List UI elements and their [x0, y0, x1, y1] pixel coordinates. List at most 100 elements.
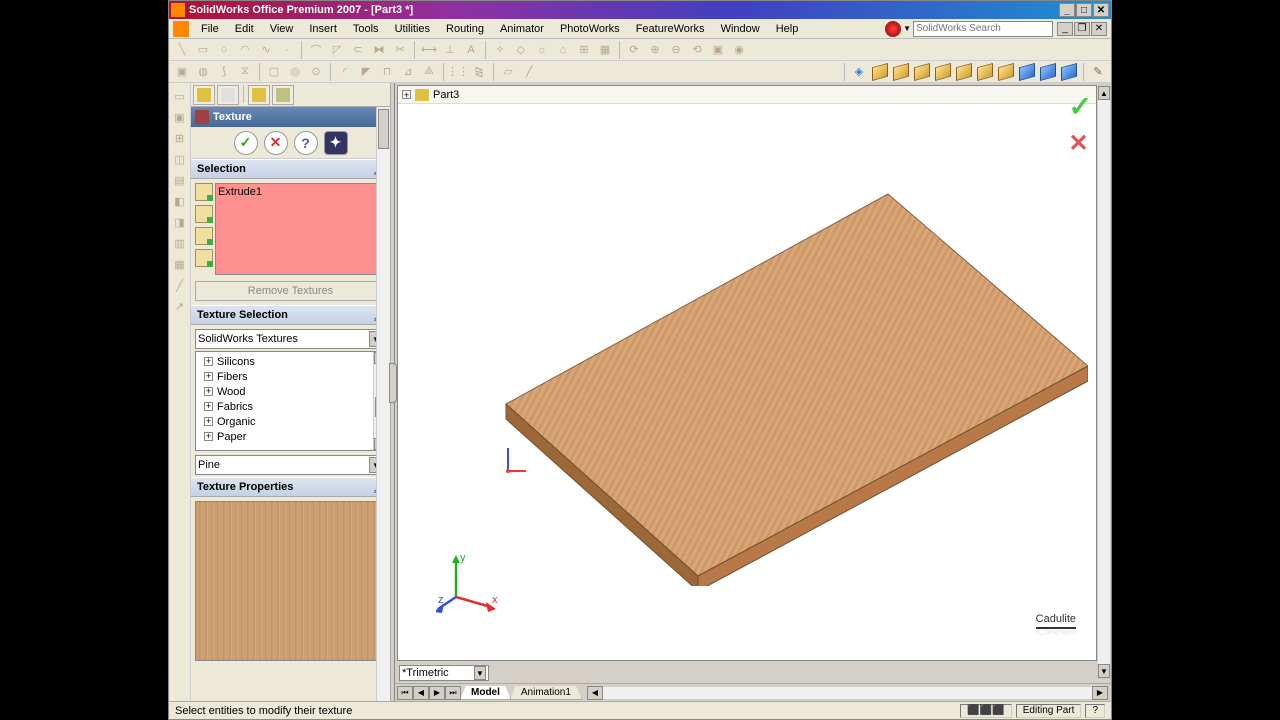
filter-body-icon[interactable]: [195, 227, 213, 245]
sketch-spline-icon[interactable]: ∿: [257, 41, 275, 59]
menu-window[interactable]: Window: [713, 21, 768, 37]
scroll-thumb[interactable]: [378, 109, 389, 149]
search-input[interactable]: [913, 21, 1053, 37]
texture-source-combo[interactable]: SolidWorks Textures ▼: [195, 329, 386, 349]
dropdown-icon[interactable]: ▼: [474, 666, 486, 680]
close-button[interactable]: ✕: [1093, 3, 1109, 17]
expand-icon[interactable]: +: [204, 357, 213, 366]
filter-feature-icon[interactable]: [195, 205, 213, 223]
selection-item[interactable]: Extrude1: [218, 186, 262, 198]
tool-icon[interactable]: ☼: [533, 41, 551, 59]
expand-icon[interactable]: +: [204, 402, 213, 411]
extrude-icon[interactable]: ▣: [173, 63, 191, 81]
menu-animator[interactable]: Animator: [492, 21, 552, 37]
view-cube-icon[interactable]: [976, 63, 994, 81]
tool-icon[interactable]: ◫: [171, 150, 189, 168]
tool-icon[interactable]: ⊕: [646, 41, 664, 59]
sketch-point-icon[interactable]: ·: [278, 41, 296, 59]
view-shaded-icon[interactable]: [1039, 63, 1057, 81]
pm-cancel-button[interactable]: ✕: [264, 131, 288, 155]
ref-plane-icon[interactable]: ▱: [499, 63, 517, 81]
tool-icon[interactable]: ▦: [171, 255, 189, 273]
menu-routing[interactable]: Routing: [438, 21, 492, 37]
tab-nav-prev[interactable]: ◀: [413, 686, 429, 700]
menu-photoworks[interactable]: PhotoWorks: [552, 21, 628, 37]
view-cube-icon[interactable]: [955, 63, 973, 81]
expand-icon[interactable]: +: [204, 417, 213, 426]
remove-textures-button[interactable]: Remove Textures: [195, 281, 386, 301]
shell-icon[interactable]: ⊓: [378, 63, 396, 81]
sketch-mirror-icon[interactable]: ⧓: [370, 41, 388, 59]
tab-nav-first[interactable]: ⏮: [397, 686, 413, 700]
menu-featureworks[interactable]: FeatureWorks: [628, 21, 713, 37]
tab-feature-tree[interactable]: [193, 85, 215, 105]
tool-icon[interactable]: ⟳: [625, 41, 643, 59]
cut-revolve-icon[interactable]: ◎: [286, 63, 304, 81]
section-selection-header[interactable]: Selection ︽: [191, 159, 390, 179]
text-icon[interactable]: A: [462, 41, 480, 59]
viewport-cancel-button[interactable]: ✕: [1069, 129, 1092, 158]
select-icon[interactable]: ▭: [171, 87, 189, 105]
tool-icon[interactable]: ✧: [491, 41, 509, 59]
tool-icon[interactable]: ◨: [171, 213, 189, 231]
fillet-icon[interactable]: ◜: [336, 63, 354, 81]
loft-icon[interactable]: ⧖: [236, 63, 254, 81]
viewport-scrollbar-h[interactable]: ◀ ▶: [586, 686, 1109, 700]
filter-face-icon[interactable]: [195, 183, 213, 201]
tool-icon[interactable]: ↗: [171, 297, 189, 315]
tool-icon[interactable]: ◧: [171, 192, 189, 210]
menu-insert[interactable]: Insert: [301, 21, 345, 37]
tool-icon[interactable]: ▣: [171, 108, 189, 126]
sketch-circle-icon[interactable]: ○: [215, 41, 233, 59]
pm-keep-visible-button[interactable]: ✦: [324, 131, 348, 155]
menu-edit[interactable]: Edit: [227, 21, 262, 37]
mirror-feature-icon[interactable]: ⧎: [470, 63, 488, 81]
tool-icon[interactable]: ▣: [709, 41, 727, 59]
ref-axis-icon[interactable]: ╱: [520, 63, 538, 81]
tool-icon[interactable]: ⌂: [554, 41, 572, 59]
tool-icon[interactable]: ▦: [596, 41, 614, 59]
tab-nav-next[interactable]: ▶: [429, 686, 445, 700]
maximize-button[interactable]: □: [1076, 3, 1092, 17]
view-cube-icon[interactable]: [871, 63, 889, 81]
minimize-button[interactable]: _: [1059, 3, 1075, 17]
sketch-offset-icon[interactable]: ⊂: [349, 41, 367, 59]
tab-config-mgr[interactable]: [248, 85, 270, 105]
sketch-arc-icon[interactable]: ◠: [236, 41, 254, 59]
pm-help-button[interactable]: ?: [294, 131, 318, 155]
rib-icon[interactable]: ⊿: [399, 63, 417, 81]
tool-icon[interactable]: ⊞: [575, 41, 593, 59]
view-cube-icon[interactable]: [997, 63, 1015, 81]
menu-help[interactable]: Help: [768, 21, 807, 37]
search-dropdown-icon[interactable]: ▼: [903, 24, 911, 33]
scroll-left-icon[interactable]: ◀: [587, 686, 603, 700]
selection-list[interactable]: Extrude1: [215, 183, 386, 275]
mdi-minimize-button[interactable]: _: [1057, 22, 1073, 36]
texture-tree[interactable]: +Silicons +Fibers +Wood +Fabrics +Organi…: [195, 351, 386, 451]
cut-extrude-icon[interactable]: ▢: [265, 63, 283, 81]
tool-icon[interactable]: ▤: [171, 171, 189, 189]
view-shaded-icon[interactable]: [1018, 63, 1036, 81]
tool-icon[interactable]: ╱: [171, 276, 189, 294]
menu-file[interactable]: File: [193, 21, 227, 37]
view-cube-icon[interactable]: [892, 63, 910, 81]
texture-name-combo[interactable]: Pine ▼: [195, 455, 386, 475]
scroll-right-icon[interactable]: ▶: [1092, 686, 1108, 700]
menu-utilities[interactable]: Utilities: [387, 21, 438, 37]
view-orientation-icon[interactable]: ◈: [850, 63, 868, 81]
draft-icon[interactable]: ⟁: [420, 63, 438, 81]
view-cube-icon[interactable]: [913, 63, 931, 81]
viewport-scrollbar-v[interactable]: ▲ ▼: [1097, 85, 1111, 679]
relation-icon[interactable]: ⊥: [441, 41, 459, 59]
expand-icon[interactable]: +: [204, 432, 213, 441]
viewport-ok-button[interactable]: ✓: [1069, 90, 1092, 123]
sketch-chamfer-icon[interactable]: ◸: [328, 41, 346, 59]
section-texture-properties-header[interactable]: Texture Properties ︽: [191, 477, 390, 497]
menu-view[interactable]: View: [262, 21, 302, 37]
tool-icon[interactable]: ⊞: [171, 129, 189, 147]
tab-dim-mgr[interactable]: [272, 85, 294, 105]
pattern-icon[interactable]: ⋮⋮: [449, 63, 467, 81]
dimension-icon[interactable]: ⟷: [420, 41, 438, 59]
status-unit-icon[interactable]: ?: [1085, 704, 1105, 718]
chamfer-icon[interactable]: ◤: [357, 63, 375, 81]
